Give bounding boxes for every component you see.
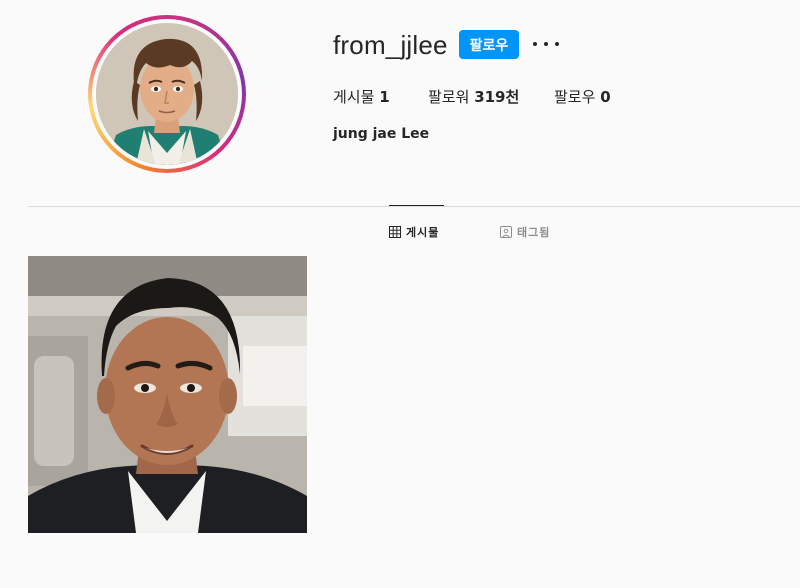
active-tab-indicator <box>389 205 444 206</box>
post-image <box>28 256 307 533</box>
posts-stat-count: 1 <box>379 88 390 106</box>
tab-posts-label: 게시물 <box>406 226 440 239</box>
posts-stat-label: 게시물 <box>333 88 375 106</box>
follow-button[interactable]: 팔로우 <box>459 30 519 59</box>
following-stat-label: 팔로우 <box>554 88 596 106</box>
more-dot <box>533 42 537 46</box>
tabs-divider <box>28 206 800 207</box>
followers-stat[interactable]: 팔로워 319천 <box>428 86 519 107</box>
story-ring[interactable] <box>88 15 246 173</box>
profile-page: from_jjlee 팔로우 게시물 1 팔로워 319천 팔로우 0 jung… <box>0 0 800 588</box>
tab-tagged[interactable]: 태그됨 <box>500 224 550 240</box>
tab-tagged-label: 태그됨 <box>517 226 551 239</box>
following-stat[interactable]: 팔로우 0 <box>554 86 611 107</box>
followers-stat-count: 319천 <box>474 88 520 106</box>
posts-stat: 게시물 1 <box>333 86 390 107</box>
tagged-icon <box>500 226 512 238</box>
more-dot <box>555 42 559 46</box>
following-stat-count: 0 <box>600 88 611 106</box>
tab-posts[interactable]: 게시물 <box>389 224 439 240</box>
followers-stat-label: 팔로워 <box>428 88 470 106</box>
more-dot <box>544 42 548 46</box>
full-name: jung jae Lee <box>333 126 430 142</box>
profile-avatar[interactable] <box>96 23 238 165</box>
grid-icon <box>389 226 401 238</box>
post-thumbnail[interactable] <box>28 256 307 533</box>
username: from_jjlee <box>333 30 448 60</box>
avatar-illustration <box>96 23 238 165</box>
more-options-icon[interactable] <box>533 34 559 54</box>
